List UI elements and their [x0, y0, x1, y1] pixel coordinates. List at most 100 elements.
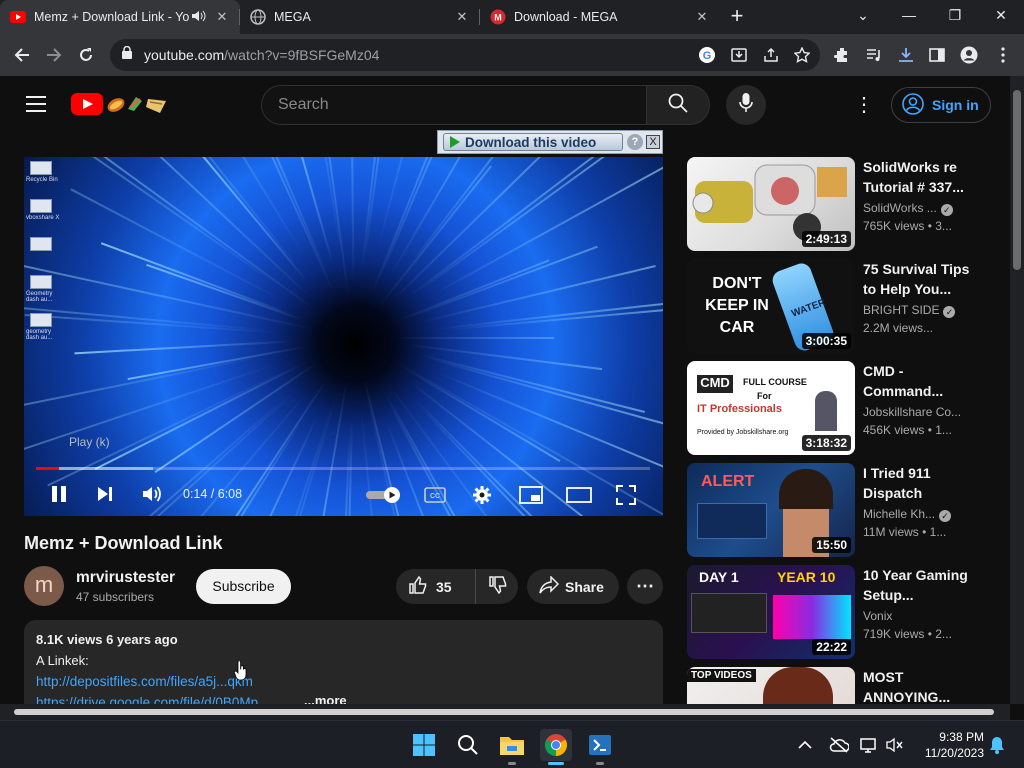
channel-name[interactable]: mrvirustester — [76, 569, 175, 587]
related-video-title[interactable]: SolidWorks re Tutorial # 337... — [863, 157, 973, 197]
tab-mega[interactable]: MEGA ✕ — [240, 0, 480, 34]
speaker-icon[interactable] — [192, 10, 208, 25]
tab-youtube[interactable]: Memz + Download Link - Yo ✕ — [0, 0, 240, 34]
related-video-item[interactable]: TOP VIDEOS MOST ANNOYING... — [687, 667, 1005, 704]
video-thumbnail[interactable]: TOP VIDEOS — [687, 667, 855, 704]
profile-icon[interactable] — [959, 45, 979, 65]
doodle-icons[interactable] — [106, 93, 170, 115]
description-link[interactable]: http://depositfiles.com/files/a5j...qkm — [36, 674, 651, 689]
side-panel-icon[interactable] — [927, 45, 947, 65]
video-thumbnail[interactable]: 2:49:13 — [687, 157, 855, 251]
dislike-button[interactable] — [476, 569, 508, 604]
search-button[interactable] — [646, 85, 710, 125]
theater-mode-button[interactable] — [566, 487, 592, 508]
related-video-channel[interactable]: Michelle Kh... ✓ — [863, 507, 973, 522]
miniplayer-button[interactable] — [519, 486, 543, 509]
extensions-icon[interactable] — [832, 45, 852, 65]
related-video-item[interactable]: DON'T KEEP IN CAR WATER 3:00:35 75 Survival T… — [687, 259, 1005, 353]
video-player[interactable]: Recycle Bin vboxshare X Geometry dash au..… — [24, 157, 663, 516]
video-thumbnail[interactable]: DAY 1 YEAR 10 22:22 — [687, 565, 855, 659]
cloud-offline-icon[interactable] — [824, 729, 854, 761]
show-hidden-icons-chevron-icon[interactable] — [790, 729, 820, 761]
related-video-title[interactable]: 75 Survival Tips to Help You... — [863, 259, 973, 299]
video-thumbnail[interactable]: DON'T KEEP IN CAR WATER 3:00:35 — [687, 259, 855, 353]
desktop-icon-label: geometry dash au... — [26, 329, 53, 341]
related-video-channel[interactable]: Vonix — [863, 609, 973, 623]
related-video-channel[interactable]: SolidWorks ... ✓ — [863, 201, 973, 216]
settings-menu-icon[interactable]: ⋮ — [852, 94, 876, 118]
related-video-title[interactable]: MOST ANNOYING... — [863, 667, 973, 704]
settings-gear-icon[interactable] — [472, 485, 492, 510]
show-more-button[interactable]: ...more — [304, 693, 347, 704]
related-video-channel[interactable]: Jobskillshare Co... — [863, 405, 973, 419]
tab-search-icon[interactable]: ⌄ — [840, 0, 886, 34]
related-video-item[interactable]: ALERT 15:50 I Tried 911 Dispatch Michelle K… — [687, 463, 1005, 557]
share-icon[interactable] — [761, 45, 781, 65]
restore-button[interactable]: ❐ — [932, 0, 978, 34]
share-button[interactable]: Share — [527, 569, 619, 604]
volume-muted-icon[interactable] — [882, 729, 908, 761]
related-video-title[interactable]: I Tried 911 Dispatch — [863, 463, 973, 503]
subscribe-button[interactable]: Subscribe — [196, 569, 291, 604]
close-tab-icon[interactable]: ✕ — [694, 9, 710, 25]
taskbar-clock[interactable]: 9:38 PM 11/20/2023 — [912, 729, 984, 761]
play-pause-button[interactable] — [50, 485, 68, 508]
notification-bell-icon[interactable] — [986, 729, 1008, 761]
taskbar-search-icon[interactable] — [452, 729, 484, 761]
more-actions-button[interactable]: ⋯ — [627, 569, 663, 604]
chrome-taskbar-icon[interactable] — [540, 729, 572, 765]
channel-avatar[interactable]: m — [24, 566, 64, 606]
close-download-bar-button[interactable]: X — [646, 135, 660, 149]
reload-button[interactable] — [70, 39, 102, 71]
file-explorer-icon[interactable] — [496, 729, 528, 765]
like-button[interactable]: 35 — [396, 569, 476, 604]
help-button[interactable]: ? — [627, 134, 643, 150]
google-icon[interactable]: G — [697, 45, 717, 65]
network-icon[interactable] — [856, 729, 882, 761]
related-video-title[interactable]: 10 Year Gaming Setup... — [863, 565, 973, 605]
horizontal-scrollbar[interactable] — [0, 704, 1010, 720]
youtube-logo[interactable] — [71, 93, 103, 115]
lock-icon[interactable] — [122, 45, 136, 64]
sign-in-button[interactable]: Sign in — [891, 87, 991, 123]
description-box[interactable]: 8.1K views 6 years ago A Linkek: http://… — [24, 620, 663, 704]
menu-icon[interactable] — [26, 96, 46, 117]
back-button[interactable] — [6, 39, 38, 71]
volume-button[interactable] — [142, 484, 162, 509]
related-video-item[interactable]: CMD FULL COURSE For IT Professionals Provide… — [687, 361, 1005, 455]
bookmark-star-icon[interactable] — [792, 45, 812, 65]
new-tab-button[interactable]: + — [720, 0, 754, 34]
windows-start-icon[interactable] — [408, 729, 440, 761]
video-frame-ray — [314, 157, 350, 296]
autoplay-toggle[interactable] — [366, 487, 402, 508]
close-window-button[interactable]: ✕ — [978, 0, 1024, 34]
fullscreen-button[interactable] — [616, 485, 636, 510]
video-duration: 3:18:32 — [801, 435, 851, 451]
download-video-button[interactable]: Download this video — [443, 133, 623, 151]
related-video-item[interactable]: 2:49:13 SolidWorks re Tutorial # 337... So… — [687, 157, 1005, 251]
close-tab-icon[interactable]: ✕ — [454, 9, 470, 25]
progress-bar[interactable] — [36, 467, 650, 470]
related-video-item[interactable]: DAY 1 YEAR 10 22:22 10 Year Gaming Setup...… — [687, 565, 1005, 659]
voice-search-button[interactable] — [726, 85, 766, 125]
media-control-icon[interactable] — [864, 45, 884, 65]
desktop-icon — [30, 199, 52, 213]
vertical-scrollbar[interactable] — [1010, 76, 1024, 704]
related-video-title[interactable]: CMD - Command... — [863, 361, 973, 401]
browser-menu-icon[interactable] — [993, 45, 1013, 65]
downloads-icon[interactable] — [896, 45, 916, 65]
url-text: youtube.com/watch?v=9fBSFGeMz04 — [144, 47, 380, 63]
video-thumbnail[interactable]: CMD FULL COURSE For IT Professionals Provide… — [687, 361, 855, 455]
close-tab-icon[interactable]: ✕ — [214, 9, 230, 25]
minimize-button[interactable]: — — [886, 0, 932, 34]
install-app-icon[interactable] — [729, 45, 749, 65]
tab-download-mega[interactable]: M Download - MEGA ✕ — [480, 0, 720, 34]
terminal-icon[interactable] — [584, 729, 616, 765]
video-thumbnail[interactable]: ALERT 15:50 — [687, 463, 855, 557]
forward-button[interactable] — [38, 39, 70, 71]
next-button[interactable] — [96, 485, 114, 508]
subtitles-button[interactable]: CC — [424, 487, 446, 508]
related-video-channel[interactable]: BRIGHT SIDE ✓ — [863, 303, 973, 318]
sign-in-label: Sign in — [932, 97, 979, 113]
search-input[interactable]: Search — [261, 85, 647, 125]
